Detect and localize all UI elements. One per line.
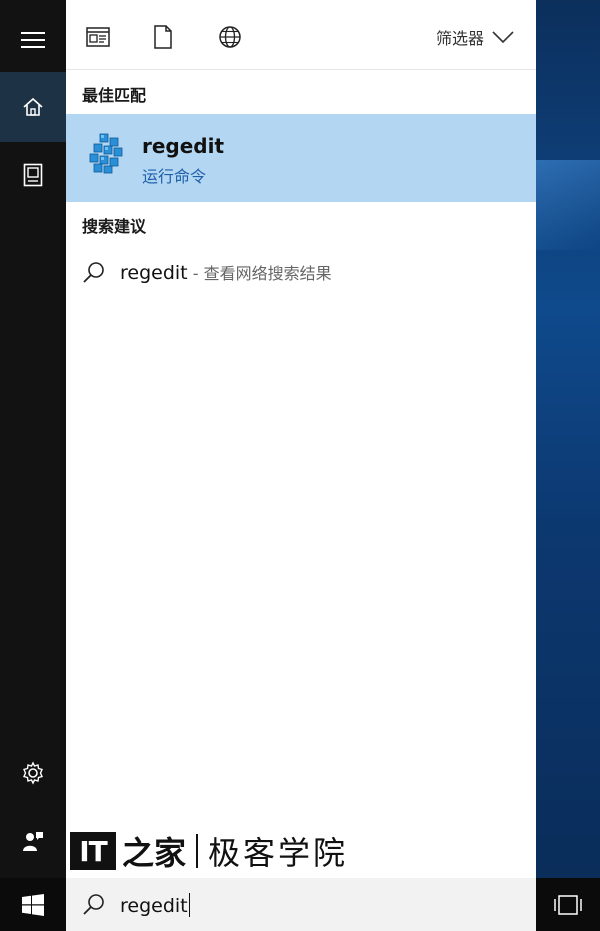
web-scope-button[interactable] bbox=[215, 22, 245, 52]
home-icon bbox=[23, 97, 43, 116]
best-match-item[interactable]: regedit 运行命令 bbox=[66, 114, 536, 202]
suggestions-header: 搜索建议 bbox=[82, 217, 147, 236]
search-input[interactable]: regedit bbox=[120, 893, 190, 917]
apps-scope-button[interactable] bbox=[83, 22, 113, 52]
watermark-name: 极客学院 bbox=[208, 834, 349, 872]
chevron-down-icon bbox=[492, 31, 514, 43]
search-input-value: regedit bbox=[120, 895, 188, 917]
notebook-icon bbox=[23, 163, 43, 187]
desktop-wallpaper bbox=[536, 0, 600, 878]
best-match-subtitle: 运行命令 bbox=[142, 167, 207, 186]
cortana-nav-rail bbox=[0, 0, 66, 878]
best-match-title: regedit bbox=[142, 134, 225, 158]
search-results-panel: 筛选器 最佳匹配 regedit 运行命令 搜索建议 regedit - 查看网… bbox=[66, 0, 536, 878]
search-box[interactable]: regedit bbox=[66, 878, 536, 931]
watermark-logo: IT 之家 极客学院 bbox=[70, 830, 348, 872]
suggestion-item[interactable]: regedit - 查看网络搜索结果 bbox=[66, 250, 536, 294]
document-icon bbox=[154, 25, 172, 49]
filter-label: 筛选器 bbox=[435, 29, 484, 48]
taskbar: regedit bbox=[0, 878, 600, 931]
apps-icon bbox=[86, 27, 110, 47]
filter-dropdown[interactable]: 筛选器 bbox=[436, 24, 514, 50]
regedit-icon bbox=[89, 133, 123, 174]
feedback-icon bbox=[23, 832, 43, 851]
watermark-brand-glyphs: 之家 bbox=[122, 834, 187, 872]
hamburger-menu-button[interactable] bbox=[0, 5, 66, 75]
task-view-button[interactable] bbox=[536, 878, 600, 931]
suggestion-text: regedit - 查看网络搜索结果 bbox=[120, 260, 332, 284]
web-icon bbox=[219, 26, 241, 48]
notebook-button[interactable] bbox=[0, 140, 66, 210]
start-button[interactable] bbox=[0, 878, 66, 931]
watermark-it-badge: IT bbox=[70, 832, 116, 870]
documents-scope-button[interactable] bbox=[148, 22, 178, 52]
settings-icon bbox=[23, 761, 43, 785]
watermark-separator bbox=[196, 834, 199, 868]
windows-logo-icon bbox=[22, 893, 44, 916]
hamburger-menu-icon bbox=[21, 32, 45, 48]
feedback-button[interactable] bbox=[0, 806, 66, 876]
task-view-icon bbox=[554, 894, 582, 915]
suggestion-query: regedit bbox=[120, 262, 188, 284]
text-caret bbox=[188, 893, 190, 917]
suggestion-hint: - 查看网络搜索结果 bbox=[187, 264, 332, 283]
home-button[interactable] bbox=[0, 72, 66, 142]
best-match-header: 最佳匹配 bbox=[82, 86, 147, 105]
search-icon bbox=[83, 894, 104, 915]
search-scope-toolbar: 筛选器 bbox=[66, 0, 536, 70]
settings-button[interactable] bbox=[0, 738, 66, 808]
search-icon bbox=[83, 262, 104, 283]
